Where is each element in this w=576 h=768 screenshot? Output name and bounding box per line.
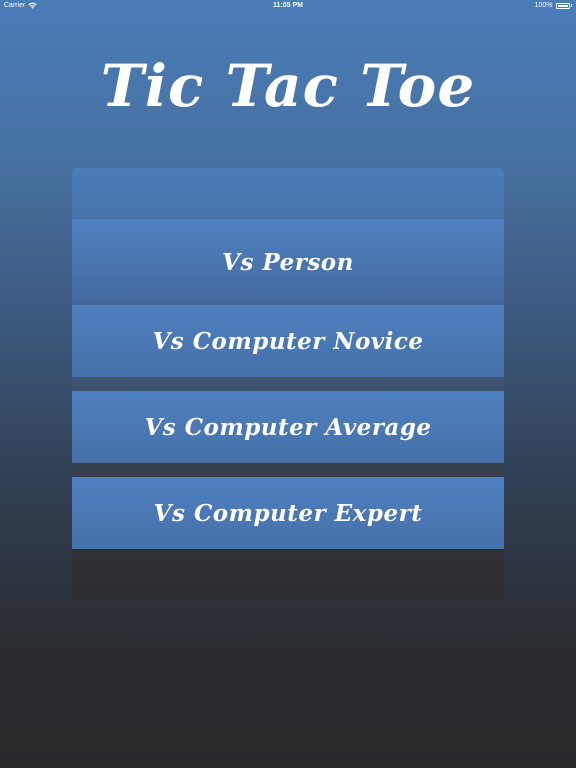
battery-percent: 100%	[534, 2, 553, 9]
status-time: 11:05 PM	[273, 2, 303, 9]
vs-person-button[interactable]: Vs Person	[72, 219, 504, 305]
vs-computer-expert-button[interactable]: Vs Computer Expert	[72, 477, 504, 549]
battery-tip	[570, 4, 572, 7]
battery-fill	[557, 4, 568, 7]
status-bar: Carrier 11:05 PM 100%	[0, 0, 576, 12]
menu-panel: Vs Person Vs Computer Novice Vs Computer…	[72, 168, 504, 600]
app-title: Tic Tac Toe	[100, 52, 476, 120]
status-right: 100%	[535, 2, 572, 9]
battery-icon	[555, 2, 570, 9]
vs-computer-novice-button[interactable]: Vs Computer Novice	[72, 305, 504, 377]
vs-computer-average-button[interactable]: Vs Computer Average	[72, 391, 504, 463]
